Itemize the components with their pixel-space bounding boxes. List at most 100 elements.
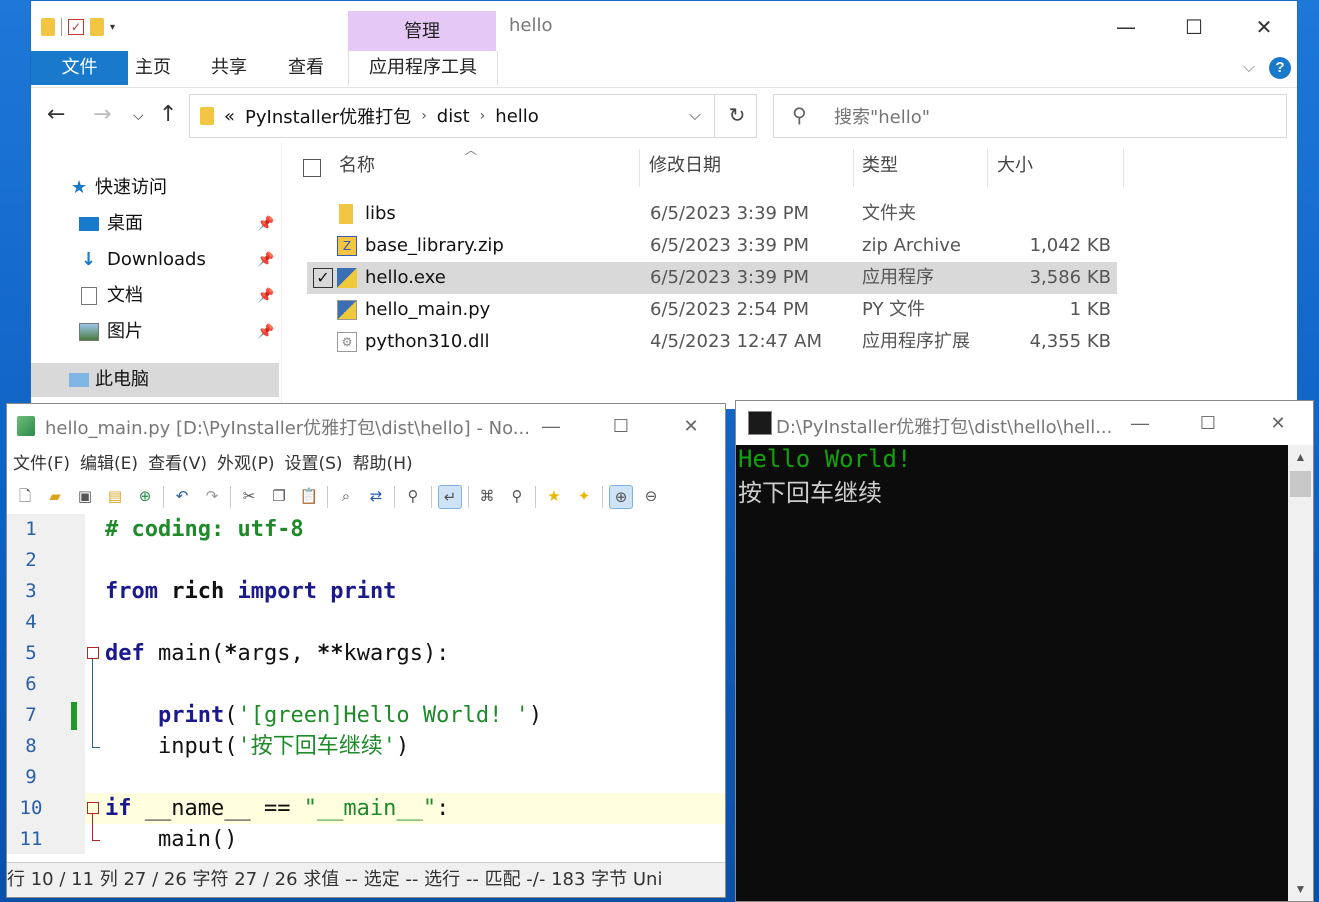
picture-icon: [79, 323, 99, 341]
zoom-out-icon[interactable]: ⊖: [639, 485, 663, 509]
file-row[interactable]: Z base_library.zip 6/5/2023 3:39 PM zip …: [307, 230, 1117, 262]
back-arrow-icon[interactable]: ←: [47, 102, 65, 127]
minimize-button[interactable]: —: [1110, 407, 1170, 439]
breadcrumb-item[interactable]: hello: [495, 106, 539, 127]
desktop-icon: [79, 217, 99, 231]
undo-icon[interactable]: ↶: [170, 485, 194, 509]
code-editor[interactable]: 1 2 3 4 5 6 7 8 9 10 11 # coding: utf-8 …: [7, 514, 725, 854]
goto-icon[interactable]: ⚲: [401, 485, 425, 509]
nav-this-pc[interactable]: 此电脑: [31, 363, 279, 397]
close-button[interactable]: ✕: [661, 410, 721, 442]
file-row[interactable]: libs 6/5/2023 3:39 PM 文件夹: [307, 198, 1117, 230]
tab-file[interactable]: 文件: [31, 51, 128, 85]
fold-toggle-icon[interactable]: [87, 647, 99, 659]
open-folder-icon[interactable]: ▰: [43, 485, 67, 509]
expand-ribbon-icon[interactable]: ⌵: [1243, 59, 1255, 77]
column-header-type[interactable]: 类型: [862, 149, 898, 189]
file-row[interactable]: ⚙ python310.dll 4/5/2023 12:47 AM 应用程序扩展…: [307, 326, 1117, 358]
file-row-selected[interactable]: ✓ hello.exe 6/5/2023 3:39 PM 应用程序 3,586 …: [307, 262, 1117, 294]
search-input[interactable]: [832, 103, 1236, 131]
menu-view[interactable]: 查看(V): [148, 448, 207, 480]
console-output[interactable]: Hello World! 按下回车继续: [736, 445, 1288, 901]
console-line: Hello World!: [738, 445, 912, 473]
tab-home[interactable]: 主页: [135, 51, 171, 85]
folder-icon[interactable]: [41, 18, 55, 36]
file-row[interactable]: hello_main.py 6/5/2023 2:54 PM PY 文件 1 K…: [307, 294, 1117, 326]
word-wrap-icon[interactable]: ↵: [438, 485, 462, 509]
nav-desktop[interactable]: 桌面 📌: [31, 207, 279, 241]
pin-icon[interactable]: 📌: [257, 279, 274, 313]
vertical-scrollbar[interactable]: ▲ ▼: [1288, 445, 1313, 901]
computer-icon: [69, 373, 89, 387]
maximize-button[interactable]: ☐: [1159, 7, 1229, 47]
search-box[interactable]: ⚲: [773, 94, 1287, 138]
window-title: hello_main.py [D:\PyInstaller优雅打包\dist\h…: [45, 418, 530, 439]
favorites-icon[interactable]: ★: [542, 485, 566, 509]
breadcrumb-item[interactable]: dist: [437, 106, 470, 127]
save-icon[interactable]: ▣: [73, 485, 97, 509]
minimize-button[interactable]: —: [1091, 7, 1161, 47]
customize-toolbar-icon[interactable]: ▾: [110, 22, 115, 33]
column-header-date[interactable]: 修改日期: [649, 149, 721, 189]
scroll-down-arrow-icon[interactable]: ▼: [1288, 879, 1313, 899]
row-checkbox[interactable]: ✓: [313, 268, 333, 288]
find-icon[interactable]: ⌕: [334, 485, 358, 509]
scheme-icon[interactable]: ⌘: [475, 485, 499, 509]
pin-icon[interactable]: 📌: [257, 243, 274, 277]
redo-icon[interactable]: ↷: [200, 485, 224, 509]
nav-quick-access[interactable]: ★ 快速访问: [31, 171, 279, 205]
tab-application-tools[interactable]: 应用程序工具: [348, 51, 498, 85]
select-all-checkbox[interactable]: [303, 159, 321, 177]
chevron-down-icon[interactable]: ⌵: [680, 95, 710, 137]
copy-icon[interactable]: ❐: [267, 485, 291, 509]
nav-label: 快速访问: [95, 177, 167, 198]
scrollbar-thumb[interactable]: [1290, 471, 1311, 497]
breadcrumb-item[interactable]: PyInstaller优雅打包: [245, 103, 411, 129]
refresh-icon[interactable]: ↻: [714, 95, 759, 137]
document-icon: [81, 287, 97, 305]
menu-edit[interactable]: 编辑(E): [80, 448, 138, 480]
browse-icon[interactable]: ⊕: [133, 485, 157, 509]
up-arrow-icon[interactable]: ↑: [159, 102, 177, 127]
menu-appearance[interactable]: 外观(P): [217, 448, 275, 480]
cut-icon[interactable]: ✂: [237, 485, 261, 509]
breadcrumb-overflow[interactable]: «: [224, 106, 235, 127]
minimize-button[interactable]: —: [521, 410, 581, 442]
new-file-icon[interactable]: 🗋: [13, 485, 37, 509]
column-header-name[interactable]: 名称: [339, 149, 375, 189]
scroll-up-arrow-icon[interactable]: ▲: [1288, 447, 1313, 467]
menu-file[interactable]: 文件(F): [13, 448, 70, 480]
chevron-right-icon[interactable]: ›: [421, 108, 427, 124]
ribbon-context-tab[interactable]: 管理: [348, 11, 496, 51]
divider: [602, 486, 603, 508]
column-header-size[interactable]: 大小: [997, 149, 1033, 189]
chevron-right-icon[interactable]: ›: [480, 108, 486, 124]
maximize-button[interactable]: ☐: [591, 410, 651, 442]
zoom-in-icon[interactable]: ⊕: [609, 485, 633, 509]
forward-arrow-icon[interactable]: →: [93, 102, 111, 127]
add-favorite-icon[interactable]: ✦: [572, 485, 596, 509]
fold-toggle-icon[interactable]: [87, 802, 99, 814]
save-as-icon[interactable]: ▤: [103, 485, 127, 509]
pin-icon[interactable]: 📌: [257, 315, 274, 349]
zoom-search-icon[interactable]: ⚲: [505, 485, 529, 509]
recent-locations-icon[interactable]: ⌵: [133, 108, 144, 124]
address-bar[interactable]: « PyInstaller优雅打包 › dist › hello ⌵ ↻: [189, 94, 757, 138]
nav-pictures[interactable]: 图片 📌: [31, 315, 279, 349]
maximize-button[interactable]: ☐: [1178, 407, 1238, 439]
nav-downloads[interactable]: ↓ Downloads 📌: [31, 243, 279, 277]
menu-help[interactable]: 帮助(H): [353, 448, 413, 480]
tab-share[interactable]: 共享: [211, 51, 247, 85]
replace-icon[interactable]: ⇄: [364, 485, 388, 509]
new-folder-icon[interactable]: [90, 18, 104, 36]
tab-view[interactable]: 查看: [288, 51, 324, 85]
properties-icon[interactable]: ✓: [68, 19, 84, 35]
paste-icon[interactable]: 📋: [297, 485, 321, 509]
help-icon[interactable]: ?: [1269, 57, 1291, 79]
python-file-icon: [337, 300, 357, 320]
pin-icon[interactable]: 📌: [257, 207, 274, 241]
nav-documents[interactable]: 文档 📌: [31, 279, 279, 313]
close-button[interactable]: ✕: [1248, 407, 1308, 439]
menu-settings[interactable]: 设置(S): [285, 448, 343, 480]
close-button[interactable]: ✕: [1229, 7, 1299, 47]
